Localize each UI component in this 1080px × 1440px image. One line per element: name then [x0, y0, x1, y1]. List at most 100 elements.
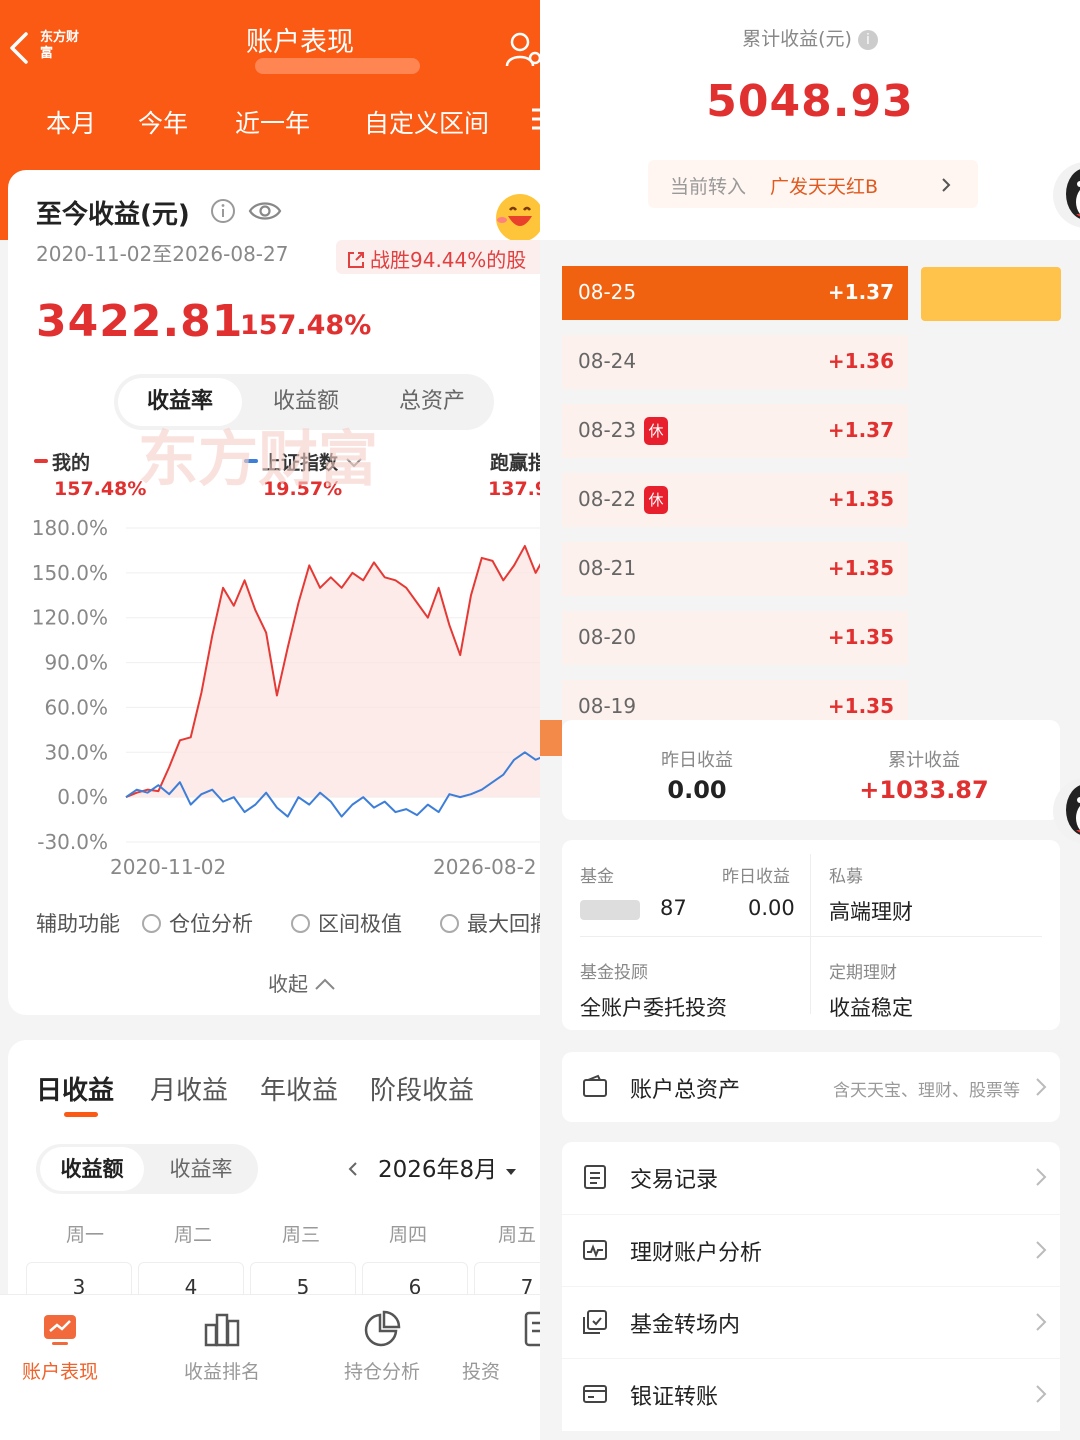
account-performance-panel: 东方财富 账户表现 本月 今年 近一年 自定义区间 至今收益(元) 2020-1…: [0, 0, 540, 1440]
ranking-icon: [204, 1313, 240, 1347]
menu-bank-securities-transfer[interactable]: 银证转账: [562, 1359, 1060, 1431]
transfer-icon: [583, 1310, 607, 1334]
option-range-extreme[interactable]: 区间极值: [291, 908, 402, 938]
month-label: 2026年8月: [378, 1157, 498, 1183]
document-icon: [524, 1311, 540, 1347]
collapse-button[interactable]: 收起: [268, 968, 336, 997]
tab-stage-income[interactable]: 阶段收益: [370, 1070, 474, 1107]
list-item[interactable]: 08-22 休 +1.35: [562, 473, 908, 527]
y-tick-label: 0.0%: [57, 785, 108, 809]
tab-monthly-income[interactable]: 月收益: [150, 1070, 228, 1107]
screen: 东方财富 账户表现 本月 今年 近一年 自定义区间 至今收益(元) 2020-1…: [0, 0, 1080, 1440]
weekday-tue: 周二: [174, 1224, 213, 1246]
tab-this-year[interactable]: 今年: [138, 104, 188, 140]
fixed-term-value[interactable]: 收益稳定: [829, 992, 913, 1022]
menu-total-assets[interactable]: 账户总资产 含天天宝、理财、股票等: [562, 1052, 1060, 1122]
toggle-rate[interactable]: 收益率: [148, 1144, 254, 1194]
cumulative-income-label: 累计收益: [888, 750, 960, 771]
list-item[interactable]: 08-19 +1.35: [562, 680, 908, 720]
product-grid-card: 基金 87 昨日收益 0.00 私募 高端理财 基金投顾 全账户委托投资 定期理…: [562, 840, 1060, 1030]
return-chart[interactable]: 东方财富 180.0% 150.0% 120.0% 90.0% 60.0% 30.0% 0.…: [8, 170, 540, 890]
series-area: [126, 545, 540, 798]
menu-icon[interactable]: [530, 104, 540, 134]
tab-last-year[interactable]: 近一年: [235, 104, 310, 140]
tab-this-month[interactable]: 本月: [46, 104, 96, 140]
list-item[interactable]: 08-20 +1.35: [562, 611, 908, 665]
current-transfer-bar[interactable]: 当前转入 广发天天红B: [648, 160, 978, 208]
option-position-analysis[interactable]: 仓位分析: [142, 908, 253, 938]
radio-icon: [440, 914, 459, 933]
cumulative-header: 累计收益(元) i 5048.93 当前转入 广发天天红B: [540, 0, 1080, 240]
list-item[interactable]: 08-21 +1.35: [562, 542, 908, 596]
private-value[interactable]: 高端理财: [829, 896, 913, 926]
tab-underline: [64, 1112, 98, 1117]
y-tick-label: -30.0%: [37, 830, 108, 854]
chevron-left-icon[interactable]: [346, 1160, 360, 1178]
income-metric-toggle: 收益额 收益率: [36, 1144, 258, 1194]
radio-icon: [142, 914, 161, 933]
x-tick-label: 2026-08-2: [433, 855, 537, 879]
redacted-amount: [580, 900, 640, 920]
x-tick-label: 2020-11-02: [110, 855, 226, 879]
cumulative-income-value: +1033.87: [859, 776, 989, 804]
cumulative-label: 累计收益(元) i: [540, 24, 1080, 51]
nav-label: 账户表现: [21, 1361, 98, 1383]
y-tick-label: 180.0%: [32, 516, 108, 540]
tab-custom-range[interactable]: 自定义区间: [364, 104, 489, 140]
qq-avatar-icon[interactable]: [1050, 776, 1080, 846]
list-item[interactable]: 08-23 休 +1.37: [562, 404, 908, 458]
rest-day-badge: 休: [644, 486, 668, 514]
menu-account-analysis[interactable]: 理财账户分析: [562, 1215, 1060, 1286]
performance-icon: [44, 1315, 76, 1345]
weekday-wed: 周三: [282, 1224, 321, 1246]
tab-daily-income[interactable]: 日收益: [36, 1070, 114, 1107]
month-selector[interactable]: 2026年8月: [346, 1150, 518, 1184]
bottom-navigation: 账户表现 收益排名 持仓分析 投资: [0, 1294, 540, 1440]
y-tick-label: 90.0%: [44, 651, 108, 675]
cumulative-value: 5048.93: [706, 76, 914, 127]
redacted-account-name: [255, 58, 420, 74]
yesterday-income-label: 昨日收益: [661, 750, 733, 771]
redacted-tag: [921, 267, 1061, 321]
transfer-fund-name: 广发天天红B: [770, 176, 879, 198]
option-max-drawdown[interactable]: 最大回撤: [440, 908, 540, 938]
divider: [580, 936, 1042, 937]
period-tabs: 本月 今年 近一年 自定义区间: [0, 104, 540, 144]
watermark: 东方财富: [138, 426, 378, 493]
fund-yesterday-value: 0.00: [748, 896, 795, 920]
weekday-mon: 周一: [66, 1224, 105, 1246]
menu-transaction-records[interactable]: 交易记录: [562, 1142, 1060, 1214]
y-tick-label: 60.0%: [44, 695, 108, 719]
fund-summary-card: 昨日收益 0.00 累计收益 +1033.87: [562, 720, 1060, 820]
list-item[interactable]: 08-24 +1.36: [562, 335, 908, 389]
y-tick-label: 30.0%: [44, 740, 108, 764]
performance-card: 至今收益(元) 2020-11-02至2026-08-27 战胜94.44%的股…: [8, 170, 540, 1015]
weekday-thu: 周四: [389, 1224, 428, 1246]
transfer-label: 当前转入: [670, 176, 747, 198]
user-settings-icon[interactable]: [505, 30, 540, 70]
chevron-right-icon: [942, 178, 951, 192]
y-tick-label: 150.0%: [32, 561, 108, 585]
radio-icon: [291, 914, 310, 933]
list-item[interactable]: 08-25 +1.37: [562, 266, 908, 320]
menu-fund-transfer-exchange[interactable]: 基金转场内: [562, 1287, 1060, 1358]
divider: [810, 854, 811, 1014]
chevron-up-icon: [315, 978, 336, 990]
nav-label: 收益排名: [183, 1361, 260, 1383]
nav-label: 投资: [462, 1361, 501, 1383]
chevron-right-icon: [1036, 1313, 1047, 1331]
tab-yearly-income[interactable]: 年收益: [260, 1070, 338, 1107]
fund-label: 基金: [580, 867, 614, 887]
pie-chart-icon: [364, 1310, 401, 1347]
nav-label: 持仓分析: [343, 1361, 420, 1383]
info-icon[interactable]: i: [857, 30, 878, 50]
toggle-amount[interactable]: 收益额: [40, 1147, 144, 1191]
page-title: 账户表现: [246, 27, 354, 58]
advisory-value[interactable]: 全账户委托投资: [580, 992, 727, 1022]
chevron-right-icon: [1036, 1385, 1047, 1403]
wealth-panel: 累计收益(元) i 5048.93 当前转入 广发天天红B 08-25 +1.3…: [540, 0, 1080, 1440]
fund-value[interactable]: 87: [660, 896, 687, 920]
qq-avatar-icon[interactable]: [1050, 160, 1080, 230]
wallet-icon: [583, 1074, 607, 1097]
card-icon: [583, 1385, 607, 1403]
